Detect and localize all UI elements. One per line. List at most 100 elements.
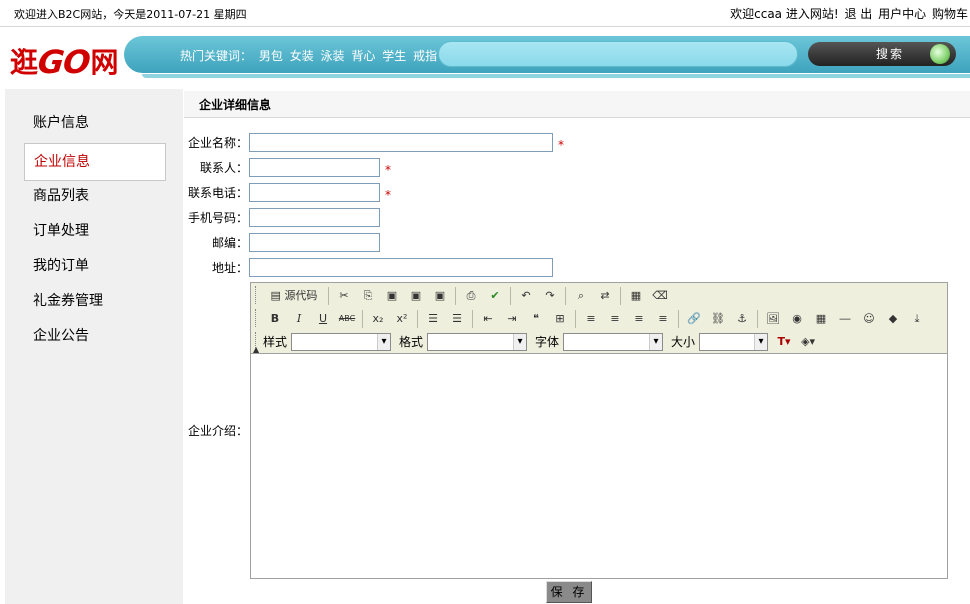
remove-format-icon[interactable]: ⌫ xyxy=(650,286,670,306)
subscript-button[interactable]: x₂ xyxy=(368,309,388,329)
hot-keyword[interactable]: 男包 xyxy=(259,49,283,63)
hot-keywords-label: 热门关键词： xyxy=(180,49,253,63)
header: 逛 GO 网 热门关键词： 男包 女装 泳装 背心 学生 戒指 搜索 xyxy=(0,27,970,87)
sidebar-item-order-processing[interactable]: 订单处理 xyxy=(24,213,166,251)
logo-right-char: 网 xyxy=(90,46,118,79)
hot-keyword[interactable]: 戒指 xyxy=(413,49,437,63)
search-button-label: 搜索 xyxy=(876,47,905,61)
text-color-icon[interactable]: T▾ xyxy=(774,332,794,352)
paste-text-icon[interactable]: ▣ xyxy=(406,286,426,306)
sidebar-item-coupons[interactable]: 礼金券管理 xyxy=(24,283,166,321)
paste-word-icon[interactable]: ▣ xyxy=(430,286,450,306)
phone-input[interactable] xyxy=(249,183,380,202)
redo-icon[interactable]: ↷ xyxy=(540,286,560,306)
required-mark: * xyxy=(385,188,391,202)
postcode-input[interactable] xyxy=(249,233,380,252)
underline-button[interactable]: U xyxy=(313,309,333,329)
horizontal-rule-icon[interactable]: ― xyxy=(835,309,855,329)
special-char-icon[interactable]: ◆ xyxy=(883,309,903,329)
cut-icon[interactable]: ✂ xyxy=(334,286,354,306)
align-right-icon[interactable]: ≡ xyxy=(629,309,649,329)
hot-keyword[interactable]: 女装 xyxy=(290,49,314,63)
hot-keyword[interactable]: 泳装 xyxy=(321,49,345,63)
sidebar-item-products[interactable]: 商品列表 xyxy=(24,178,166,216)
site-logo[interactable]: 逛 GO 网 xyxy=(10,41,119,81)
font-select[interactable] xyxy=(563,332,664,351)
page-break-icon[interactable]: ⤓ xyxy=(907,309,927,329)
div-container-icon[interactable]: ⊞ xyxy=(550,309,570,329)
source-button[interactable]: ▤ 源代码 xyxy=(265,286,323,306)
separator xyxy=(575,309,576,328)
ordered-list-icon[interactable]: ☰ xyxy=(423,309,443,329)
separator xyxy=(510,286,511,305)
bg-color-icon[interactable]: ◈▾ xyxy=(798,332,818,352)
editor-content-area[interactable] xyxy=(251,355,947,578)
format-select[interactable] xyxy=(427,332,528,351)
print-icon[interactable]: ⎙ xyxy=(461,286,481,306)
sidebar-item-account[interactable]: 账户信息 xyxy=(24,105,166,143)
company-name-input[interactable] xyxy=(249,133,553,152)
hot-keyword[interactable]: 学生 xyxy=(382,49,406,63)
search-button[interactable]: 搜索 xyxy=(808,42,956,66)
separator xyxy=(620,286,621,305)
replace-icon[interactable]: ⇄ xyxy=(595,286,615,306)
toolbar-row-3: 样式 格式 字体 大小 T▾ ◈▾ xyxy=(263,330,820,353)
align-left-icon[interactable]: ≡ xyxy=(581,309,601,329)
copy-icon[interactable]: ⎘ xyxy=(358,286,378,306)
company-name-label: 企业名称： xyxy=(188,136,249,150)
mobile-input[interactable] xyxy=(249,208,380,227)
rich-text-editor: ▤ 源代码 ✂ ⎘ ▣ ▣ ▣ ⎙ ✔ ↶ ↷ ⌕ ⇄ ▦ ⌫ B I U AB… xyxy=(250,282,948,579)
paste-icon[interactable]: ▣ xyxy=(382,286,402,306)
italic-button[interactable]: I xyxy=(289,309,309,329)
sidebar-item-announcements[interactable]: 企业公告 xyxy=(24,318,166,356)
bold-button[interactable]: B xyxy=(265,309,285,329)
style-select[interactable] xyxy=(291,332,392,351)
intro-label: 企业介绍： xyxy=(188,424,249,438)
required-mark: * xyxy=(385,163,391,177)
flash-icon[interactable]: ◉ xyxy=(787,309,807,329)
toolbar-grip xyxy=(255,309,258,327)
user-links: 欢迎ccaa 进入网站! 退 出 用户中心 购物车 xyxy=(728,5,968,22)
logout-link[interactable]: 退 出 xyxy=(844,7,872,21)
user-center-link[interactable]: 用户中心 xyxy=(878,7,926,21)
align-justify-icon[interactable]: ≡ xyxy=(653,309,673,329)
contact-input[interactable] xyxy=(249,158,380,177)
undo-icon[interactable]: ↶ xyxy=(516,286,536,306)
top-bar: 欢迎进入B2C网站，今天是2011-07-21 星期四 欢迎ccaa 进入网站!… xyxy=(0,0,970,27)
smiley-icon[interactable]: ☺ xyxy=(859,309,879,329)
unordered-list-icon[interactable]: ☰ xyxy=(447,309,467,329)
strikethrough-button[interactable]: ABC xyxy=(337,309,357,329)
cart-link[interactable]: 购物车 xyxy=(932,7,968,21)
select-all-icon[interactable]: ▦ xyxy=(626,286,646,306)
mobile-label: 手机号码： xyxy=(188,211,249,225)
welcome-text: 欢迎进入B2C网站，今天是2011-07-21 星期四 xyxy=(14,8,247,21)
outdent-icon[interactable]: ⇤ xyxy=(478,309,498,329)
size-select[interactable] xyxy=(699,332,769,351)
find-icon[interactable]: ⌕ xyxy=(571,286,591,306)
unlink-icon[interactable]: ⛓ xyxy=(708,309,728,329)
address-label: 地址： xyxy=(212,261,249,275)
separator xyxy=(472,309,473,328)
anchor-icon[interactable]: ⚓ xyxy=(732,309,752,329)
style-label: 样式 xyxy=(263,335,288,349)
blockquote-icon[interactable]: ❝ xyxy=(526,309,546,329)
separator xyxy=(362,309,363,328)
collapse-toolbar-icon[interactable]: ▲ xyxy=(253,345,259,354)
indent-icon[interactable]: ⇥ xyxy=(502,309,522,329)
required-mark: * xyxy=(558,138,564,152)
sidebar-item-company[interactable]: 企业信息 xyxy=(24,143,166,181)
link-icon[interactable]: 🔗 xyxy=(684,309,704,329)
superscript-button[interactable]: x² xyxy=(392,309,412,329)
source-label: 源代码 xyxy=(284,288,318,302)
save-button[interactable]: 保 存 xyxy=(546,581,592,603)
logo-go: GO xyxy=(36,43,92,81)
search-input[interactable] xyxy=(438,41,798,67)
hot-keyword[interactable]: 背心 xyxy=(351,49,375,63)
spellcheck-icon[interactable]: ✔ xyxy=(485,286,505,306)
table-icon[interactable]: ▦ xyxy=(811,309,831,329)
hot-keywords: 热门关键词： 男包 女装 泳装 背心 学生 戒指 xyxy=(180,47,440,64)
align-center-icon[interactable]: ≡ xyxy=(605,309,625,329)
address-input[interactable] xyxy=(249,258,553,277)
sidebar-item-my-orders[interactable]: 我的订单 xyxy=(24,248,166,286)
image-icon[interactable]: 🖼 xyxy=(763,309,783,329)
